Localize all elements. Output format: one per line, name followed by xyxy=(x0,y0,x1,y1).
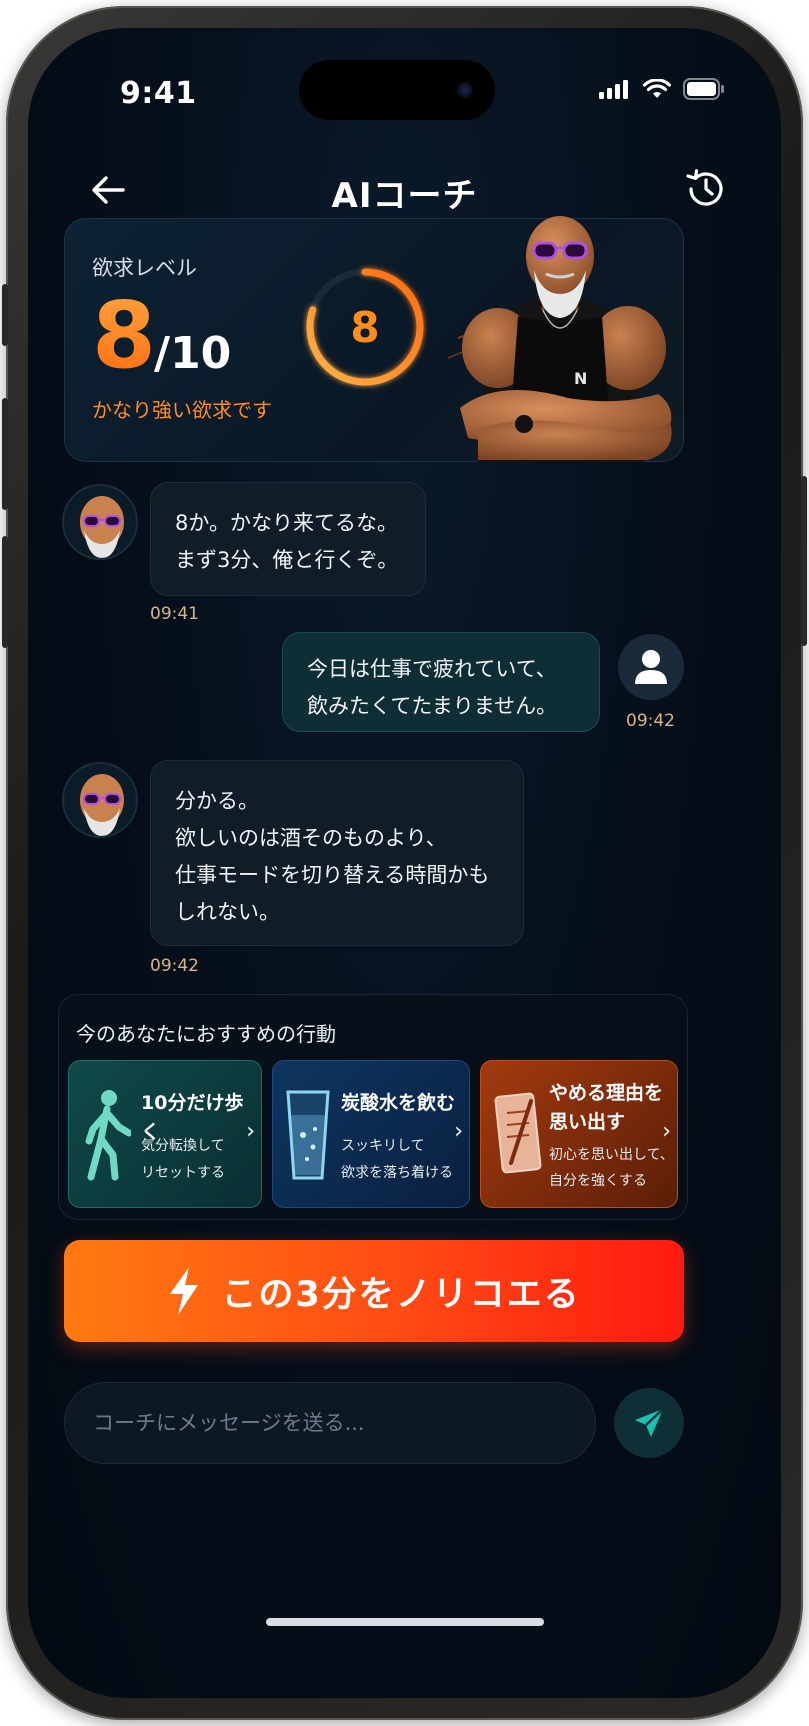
message-line: 仕事モードを切り替える時間かも xyxy=(175,863,490,887)
coach-avatar xyxy=(62,484,138,560)
svg-text:N: N xyxy=(574,369,587,388)
send-icon xyxy=(635,1408,664,1437)
status-time: 9:41 xyxy=(120,76,197,111)
cta-label: この3分をノリコエる xyxy=(221,1274,581,1315)
craving-ring-value: 8 xyxy=(350,302,380,352)
message-line: 今日は仕事で疲れていて、 xyxy=(307,657,557,681)
chevron-right-icon: › xyxy=(454,1119,463,1144)
rec-card-desc: スッキリして xyxy=(341,1138,425,1154)
chevron-right-icon: › xyxy=(246,1119,255,1144)
message-line: まず3分、俺と行くぞ。 xyxy=(175,548,399,572)
coach-face-icon xyxy=(80,496,124,558)
volume-down-button xyxy=(2,536,8,648)
rec-card-title: やめる理由を xyxy=(549,1082,664,1104)
message-line: 欲しいのは酒そのものより、 xyxy=(175,826,447,850)
rec-card-desc: 初心を思い出して、 xyxy=(549,1147,674,1163)
notebook-icon xyxy=(494,1092,542,1174)
camera-icon xyxy=(457,82,473,98)
rec-card-walk[interactable]: 10分だけ歩く 気分転換して リセットする › xyxy=(68,1060,262,1208)
coach-message-bubble: 分かる。 欲しいのは酒そのものより、 仕事モードを切り替える時間かも しれない。 xyxy=(150,760,524,946)
coach-illustration: N xyxy=(447,216,672,462)
lightning-icon xyxy=(170,1267,199,1315)
user-avatar xyxy=(618,634,684,700)
craving-label: 欲求レベル xyxy=(92,256,197,280)
water-glass-icon xyxy=(286,1090,330,1180)
rec-card-desc: 気分転換して xyxy=(141,1138,225,1154)
recommendations-title: 今のあなたにおすすめの行動 xyxy=(76,1022,336,1046)
home-indicator xyxy=(266,1618,544,1626)
rec-card-sparkling-water[interactable]: 炭酸水を飲む スッキリして 欲求を落ち着ける › xyxy=(272,1060,470,1208)
craving-max: /10 xyxy=(154,328,232,379)
message-timestamp: 09:41 xyxy=(150,604,199,624)
history-button[interactable] xyxy=(681,164,731,214)
message-line: 飲みたくてたまりません。 xyxy=(307,694,558,718)
side-button xyxy=(801,476,807,646)
overcome-3-minutes-button[interactable]: この3分をノリコエる xyxy=(64,1240,684,1342)
craving-value: 8 xyxy=(92,282,157,389)
cellular-signal-icon xyxy=(599,80,628,99)
message-line: 8か。かなり来てるな。 xyxy=(175,511,398,535)
wifi-icon xyxy=(643,79,671,98)
user-message-bubble: 今日は仕事で疲れていて、 飲みたくてたまりません。 xyxy=(282,632,600,732)
walking-icon xyxy=(85,1090,131,1181)
message-timestamp: 09:42 xyxy=(150,956,199,976)
send-button[interactable] xyxy=(614,1388,684,1458)
coach-face-icon xyxy=(80,774,124,836)
rec-card-remember-reasons[interactable]: やめる理由を 思い出す 初心を思い出して、 自分を強くする › xyxy=(480,1060,678,1208)
volume-up-button xyxy=(2,398,8,510)
user-icon xyxy=(635,650,667,684)
history-clock-icon xyxy=(686,169,723,206)
phone-frame: 9:41 AIコーチ 欲求レベル 8 /10 かなり強い欲求です 8 N 8か。… xyxy=(2,6,807,1720)
rec-card-title: 炭酸水を飲む xyxy=(341,1092,456,1114)
rec-card-desc: 自分を強くする xyxy=(549,1173,647,1189)
app-screen: 9:41 AIコーチ 欲求レベル 8 /10 かなり強い欲求です 8 N 8か。… xyxy=(28,28,781,1698)
message-line: 分かる。 xyxy=(175,789,259,813)
rec-card-title: 思い出す xyxy=(549,1111,626,1133)
chevron-right-icon: › xyxy=(662,1119,671,1144)
coach-avatar xyxy=(62,762,138,838)
rec-card-desc: 欲求を落ち着ける xyxy=(341,1165,453,1181)
action-button xyxy=(2,284,8,346)
dynamic-island xyxy=(299,60,495,120)
battery-icon xyxy=(683,78,724,100)
rec-card-desc: リセットする xyxy=(141,1165,225,1181)
coach-message-bubble: 8か。かなり来てるな。 まず3分、俺と行くぞ。 xyxy=(150,482,426,596)
message-timestamp: 09:42 xyxy=(626,711,675,731)
status-icons xyxy=(599,78,725,100)
message-line: しれない。 xyxy=(175,900,280,924)
message-input[interactable] xyxy=(64,1382,596,1464)
craving-description: かなり強い欲求です xyxy=(92,398,272,422)
